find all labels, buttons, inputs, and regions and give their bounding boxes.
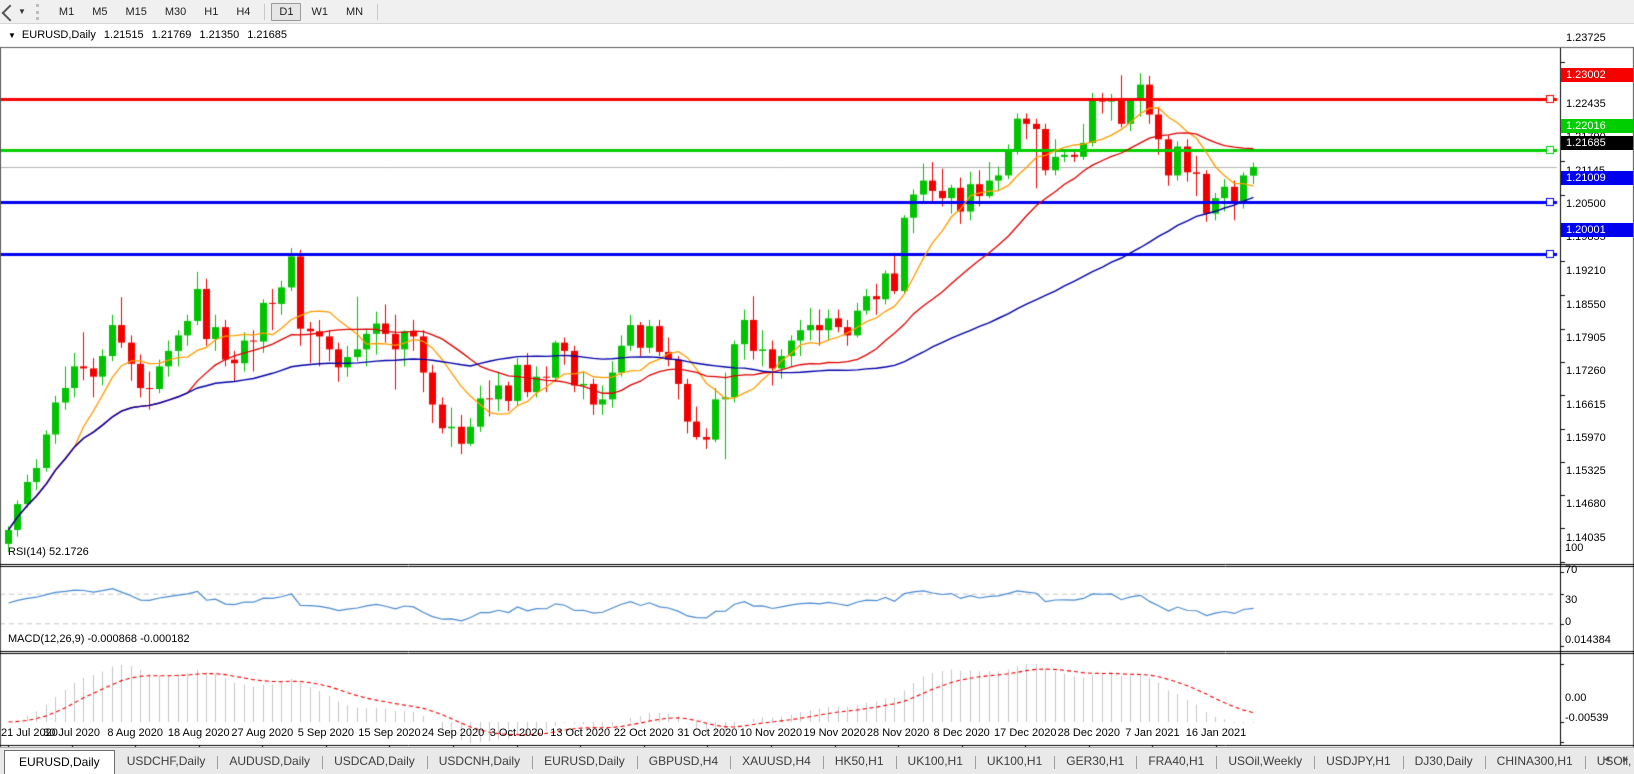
ohlc-open: 1.21515	[104, 29, 144, 41]
tab-scroll-left-icon[interactable]: ◄	[1602, 754, 1611, 764]
trading-terminal-window: ▼ M1M5M15M30H1H4 D1W1MN ▼ EURUSD,Daily 1.…	[0, 0, 1634, 774]
drawing-tool-icon[interactable]	[2, 5, 16, 19]
price-tick-label: 1.23725	[1566, 32, 1606, 44]
date-label: 31 Oct 2020	[677, 727, 737, 739]
date-label: 22 Oct 2020	[614, 727, 674, 739]
chart-tab-eurusd-daily[interactable]: EURUSD,Daily	[532, 750, 637, 774]
timeframe-button-m5[interactable]: M5	[84, 3, 115, 21]
timeframe-button-w1[interactable]: W1	[303, 3, 336, 21]
timeframe-button-h1[interactable]: H1	[196, 3, 226, 21]
chart-tab-uk100-h1[interactable]: UK100,H1	[896, 750, 975, 774]
toolbar-separator	[377, 4, 378, 20]
chart-tab-usdjpy-h1[interactable]: USDJPY,H1	[1314, 750, 1402, 774]
date-label: 28 Nov 2020	[867, 727, 929, 739]
date-label: 15 Sep 2020	[358, 727, 420, 739]
rsi-level-label: 0	[1565, 616, 1571, 628]
toolbar-grip-handle[interactable]	[36, 4, 44, 20]
chart-window	[0, 24, 1634, 746]
date-label: 13 Oct 2020	[550, 727, 610, 739]
chart-tab-ger30-h1[interactable]: GER30,H1	[1054, 750, 1136, 774]
ohlc-close: 1.21685	[247, 29, 287, 41]
hline-price-label: 1.21009	[1561, 171, 1633, 185]
chart-header: ▼ EURUSD,Daily 1.21515 1.21769 1.21350 1…	[8, 29, 287, 41]
date-label: 5 Sep 2020	[298, 727, 354, 739]
macd-axis-label: -0.00539	[1565, 712, 1608, 724]
date-label: 7 Jan 2021	[1125, 727, 1179, 739]
drawing-tool-cluster[interactable]: ▼	[0, 5, 30, 19]
collapse-chart-icon[interactable]: ▼	[8, 31, 16, 40]
timeframe-button-m15[interactable]: M15	[117, 3, 154, 21]
tab-scroll-arrows: ◄ ►	[1602, 754, 1630, 764]
chart-tab-bar: EURUSD,DailyUSDCHF,DailyAUDUSD,DailyUSDC…	[0, 747, 1634, 774]
chart-tab-usoil-weekly[interactable]: USOil,Weekly	[1216, 750, 1314, 774]
macd-indicator-label: MACD(12,26,9) -0.000868 -0.000182	[8, 633, 190, 645]
bid-price-label: 1.21685	[1561, 136, 1633, 150]
hline-price-label: 1.20001	[1561, 223, 1633, 237]
price-tick-label: 1.15325	[1566, 465, 1606, 477]
price-tick-label: 1.15970	[1566, 432, 1606, 444]
timeframe-button-m30[interactable]: M30	[157, 3, 194, 21]
rsi-indicator-label: RSI(14) 52.1726	[8, 546, 89, 558]
price-tick-label: 1.18550	[1566, 299, 1606, 311]
timeframe-button-d1[interactable]: D1	[271, 3, 301, 21]
chart-tab-dj30-daily[interactable]: DJ30,Daily	[1403, 750, 1485, 774]
macd-axis-label: 0.00	[1565, 692, 1586, 704]
timeframe-button-h4[interactable]: H4	[228, 3, 258, 21]
chevron-down-icon[interactable]: ▼	[18, 7, 26, 16]
date-label: 10 Nov 2020	[740, 727, 802, 739]
date-label: 19 Nov 2020	[803, 727, 865, 739]
date-label: 16 Jan 2021	[1186, 727, 1247, 739]
timeframe-button-mn[interactable]: MN	[338, 3, 371, 21]
date-label: 18 Aug 2020	[168, 727, 230, 739]
date-label: 8 Dec 2020	[934, 727, 990, 739]
ohlc-low: 1.21350	[199, 29, 239, 41]
chart-tab-hk50-h1[interactable]: HK50,H1	[823, 750, 896, 774]
rsi-level-label: 100	[1565, 542, 1583, 554]
toolbar-separator	[264, 4, 265, 20]
chart-tab-eurusd-daily[interactable]: EURUSD,Daily	[4, 750, 115, 774]
chart-canvas[interactable]	[0, 24, 1634, 774]
price-tick-label: 1.16615	[1566, 399, 1606, 411]
chart-tab-uk100-h1[interactable]: UK100,H1	[975, 750, 1054, 774]
price-tick-label: 1.20500	[1566, 198, 1606, 210]
price-tick-label: 1.17905	[1566, 332, 1606, 344]
chart-tab-xauusd-h4[interactable]: XAUUSD,H4	[730, 750, 823, 774]
chart-tab-usdcnh-daily[interactable]: USDCNH,Daily	[427, 750, 532, 774]
timeframe-button-m1[interactable]: M1	[51, 3, 82, 21]
rsi-level-label: 70	[1565, 564, 1577, 576]
chart-tab-fra40-h1[interactable]: FRA40,H1	[1136, 750, 1216, 774]
chart-tab-china300-h1[interactable]: CHINA300,H1	[1485, 750, 1585, 774]
ohlc-high: 1.21769	[152, 29, 192, 41]
chart-tab-audusd-daily[interactable]: AUDUSD,Daily	[217, 750, 322, 774]
chart-tab-usdcad-daily[interactable]: USDCAD,Daily	[322, 750, 427, 774]
date-label: 24 Sep 2020	[422, 727, 484, 739]
date-label: 30 Jul 2020	[43, 727, 100, 739]
chart-tab-gbpusd-h4[interactable]: GBPUSD,H4	[637, 750, 730, 774]
chart-title: EURUSD,Daily	[22, 29, 96, 41]
chart-tab-usdchf-daily[interactable]: USDCHF,Daily	[115, 750, 218, 774]
date-label: 28 Dec 2020	[1058, 727, 1120, 739]
timeframe-toolbar: ▼ M1M5M15M30H1H4 D1W1MN	[0, 0, 1634, 24]
price-tick-label: 1.19210	[1566, 265, 1606, 277]
date-label: 3 Oct 2020	[490, 727, 544, 739]
tab-scroll-right-icon[interactable]: ►	[1621, 754, 1630, 764]
hline-price-label: 1.23002	[1561, 68, 1633, 82]
date-label: 8 Aug 2020	[107, 727, 163, 739]
price-tick-label: 1.17260	[1566, 365, 1606, 377]
macd-axis-label: 0.014384	[1565, 634, 1611, 646]
date-label: 27 Aug 2020	[231, 727, 293, 739]
date-label: 17 Dec 2020	[994, 727, 1056, 739]
rsi-level-label: 30	[1565, 594, 1577, 606]
price-tick-label: 1.14680	[1566, 498, 1606, 510]
hline-price-label: 1.22016	[1561, 119, 1633, 133]
price-tick-label: 1.22435	[1566, 98, 1606, 110]
